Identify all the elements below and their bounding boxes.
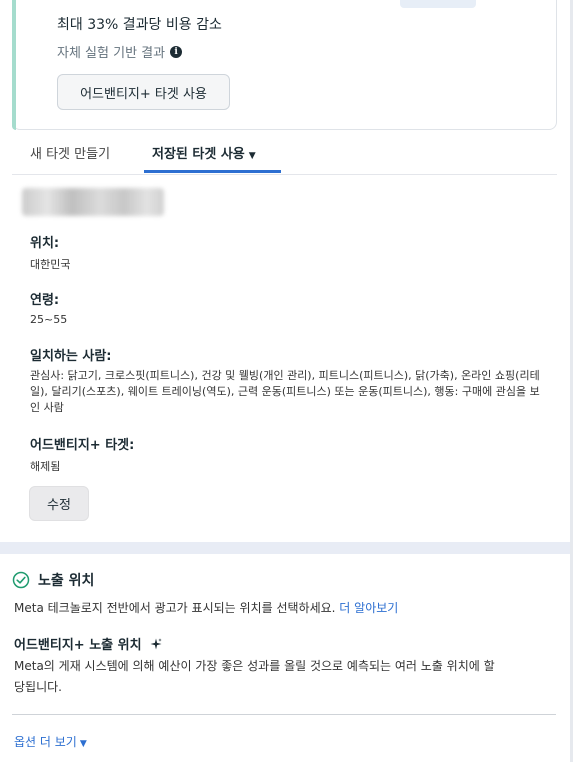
learn-more-link[interactable]: 더 알아보기	[339, 601, 398, 615]
top-chip	[400, 0, 476, 8]
tab-create-new-audience[interactable]: 새 타겟 만들기	[30, 143, 110, 162]
placements-divider	[12, 714, 556, 715]
advantage-placements-title-text: 어드밴티지+ 노출 위치	[14, 638, 142, 653]
advantage-card-subtext-label: 자체 실험 기반 결과	[57, 46, 166, 61]
use-advantage-audience-button[interactable]: 어드밴티지+ 타겟 사용	[57, 74, 230, 110]
advantage-card-headline: 최대 33% 결과당 비용 감소	[57, 17, 222, 33]
caret-down-icon: ▼	[248, 151, 256, 161]
sparkle-icon	[150, 637, 162, 649]
advantage-placements-description: Meta의 게재 시스템에 의해 예산이 가장 좋은 성과를 올릴 것으로 예측…	[14, 659, 495, 694]
active-tab-indicator	[144, 170, 281, 173]
advantage-placements-title: 어드밴티지+ 노출 위치	[14, 634, 162, 653]
location-label: 위치:	[30, 236, 60, 251]
people-match-label: 일치하는 사람:	[30, 349, 112, 364]
show-more-options-label: 옵션 더 보기	[14, 735, 77, 749]
saved-audience-name-blurred	[22, 188, 164, 216]
tab-use-saved-audience-label: 저장된 타겟 사용	[152, 147, 245, 162]
age-value: 25~55	[30, 313, 68, 326]
advantage-audience-value: 해제됨	[30, 460, 61, 473]
advantage-audience-label: 어드밴티지+ 타겟:	[30, 438, 135, 453]
tab-use-saved-audience[interactable]: 저장된 타겟 사용 ▼	[152, 143, 256, 162]
show-more-options-link[interactable]: 옵션 더 보기 ▼	[14, 733, 87, 750]
placements-description: Meta 테크놀로지 전반에서 광고가 표시되는 위치를 선택하세요. 더 알아…	[14, 599, 398, 616]
edit-audience-button[interactable]: 수정	[29, 486, 89, 521]
placements-description-text: Meta 테크놀로지 전반에서 광고가 표시되는 위치를 선택하세요.	[14, 601, 336, 615]
info-icon[interactable]: i	[170, 45, 183, 58]
advantage-card-subtext: 자체 실험 기반 결과 i	[57, 42, 183, 61]
caret-down-icon: ▼	[79, 739, 87, 749]
check-circle-icon	[12, 571, 30, 589]
location-value: 대한민국	[30, 258, 71, 271]
tab-divider	[12, 174, 557, 175]
placements-title: 노출 위치	[38, 573, 95, 589]
age-label: 연령:	[30, 293, 60, 308]
section-separator	[0, 542, 573, 554]
ad-set-editor-panel: 최대 33% 결과당 비용 감소 자체 실험 기반 결과 i 어드밴티지+ 타겟…	[0, 0, 573, 762]
people-match-value: 관심사: 닭고기, 크로스핏(피트니스), 건강 및 웰빙(개인 관리), 피트…	[30, 369, 540, 414]
advantage-card-accent-bar	[12, 0, 16, 130]
